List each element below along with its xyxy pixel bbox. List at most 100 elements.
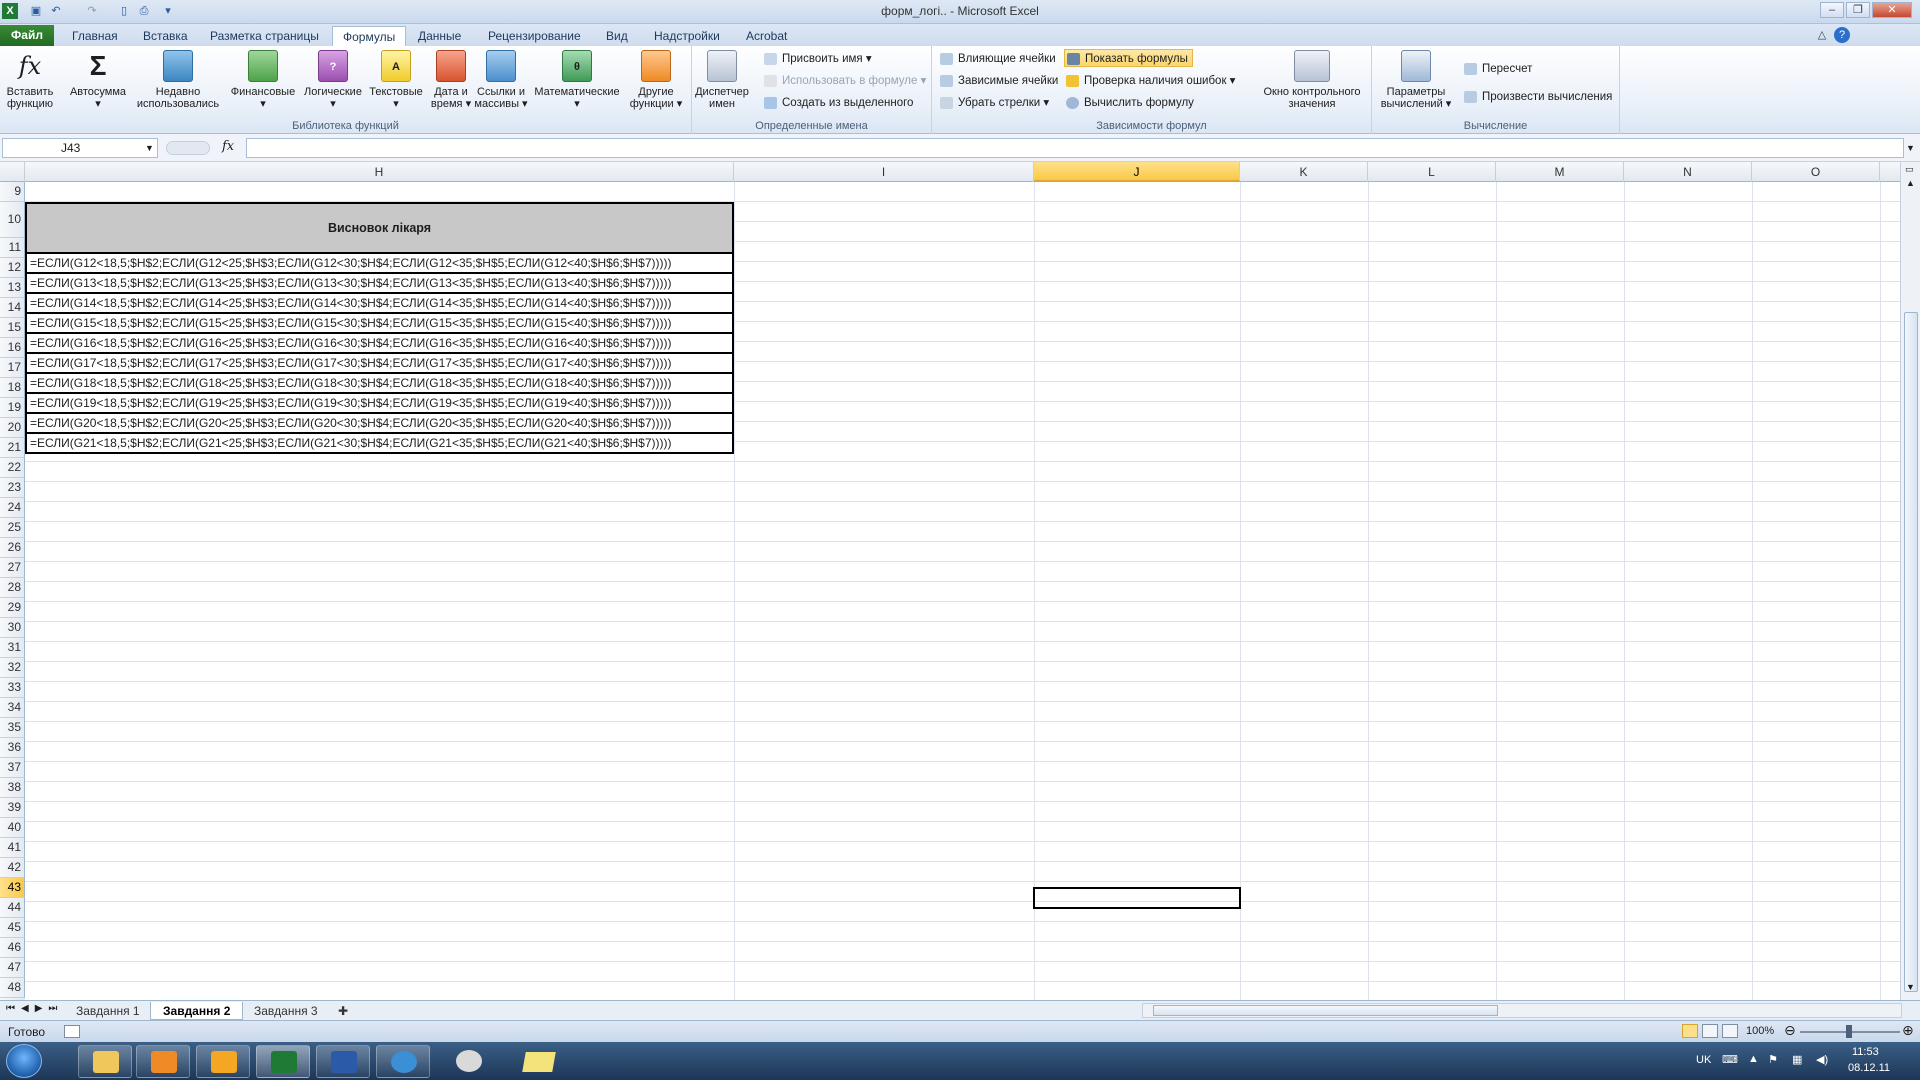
close-button[interactable]: ✕ [1872,2,1912,18]
tab-page-layout[interactable]: Разметка страницы [200,26,329,46]
action-center-flag-icon[interactable]: ⚑ [1768,1053,1778,1066]
row-header[interactable]: 35 [0,718,25,738]
insert-sheet-icon[interactable]: ✚ [332,1002,354,1020]
restore-button[interactable]: ❐ [1846,2,1870,18]
row-header[interactable]: 12 [0,258,25,278]
volume-icon[interactable]: ◀) [1816,1053,1828,1066]
row-header[interactable]: 26 [0,538,25,558]
column-header[interactable]: N [1624,162,1752,182]
column-header[interactable]: M [1496,162,1624,182]
trace-dependents-button[interactable]: Зависимые ячейки [938,72,1058,90]
zoom-level[interactable]: 100% [1746,1025,1774,1037]
taskbar-outlook[interactable] [196,1045,250,1078]
row-header[interactable]: 17 [0,358,25,378]
taskbar-excel[interactable] [256,1045,310,1078]
row-header[interactable]: 48 [0,978,25,998]
row-header[interactable]: 18 [0,378,25,398]
row-header[interactable]: 27 [0,558,25,578]
taskbar-internet-explorer[interactable] [376,1045,430,1078]
row-header[interactable]: 9 [0,182,25,202]
tab-addins[interactable]: Надстройки [644,26,730,46]
taskbar-media-player[interactable] [136,1045,190,1078]
row-header[interactable]: 29 [0,598,25,618]
formula-cell[interactable]: =ЕСЛИ(G12<18,5;$H$2;ЕСЛИ(G12<25;$H$3;ЕСЛ… [25,254,734,274]
name-manager-button[interactable]: Диспетчер имен [694,50,750,110]
row-header[interactable]: 19 [0,398,25,418]
calculation-options-button[interactable]: Параметры вычислений ▾ [1378,50,1454,110]
insert-function-icon[interactable]: fx [222,139,234,154]
formula-bar-handle[interactable] [166,141,210,155]
other-functions-button[interactable]: Другие функции ▾ [624,50,688,110]
sheet-tab[interactable]: Завдання 3 [242,1002,330,1020]
row-header[interactable]: 36 [0,738,25,758]
define-name-button[interactable]: Присвоить имя ▾ [762,50,872,68]
row-header[interactable]: 47 [0,958,25,978]
formula-cell[interactable]: =ЕСЛИ(G14<18,5;$H$2;ЕСЛИ(G14<25;$H$3;ЕСЛ… [25,294,734,314]
row-header[interactable]: 41 [0,838,25,858]
row-header[interactable]: 23 [0,478,25,498]
use-in-formula-button[interactable]: Использовать в формуле ▾ [762,72,926,90]
column-header[interactable]: O [1752,162,1880,182]
formula-cell[interactable]: =ЕСЛИ(G15<18,5;$H$2;ЕСЛИ(G15<25;$H$3;ЕСЛ… [25,314,734,334]
select-all-corner[interactable] [0,162,25,182]
zoom-slider-thumb[interactable] [1846,1025,1852,1038]
row-header[interactable]: 46 [0,938,25,958]
row-header[interactable]: 24 [0,498,25,518]
financial-button[interactable]: Финансовые ▾ [228,50,298,110]
show-hidden-icons-icon[interactable]: ▲ [1748,1053,1759,1065]
tab-acrobat[interactable]: Acrobat [736,26,797,46]
row-header[interactable]: 40 [0,818,25,838]
watch-window-button[interactable]: Окно контрольного значения [1256,50,1368,110]
row-header[interactable]: 45 [0,918,25,938]
row-header[interactable]: 10 [0,202,25,238]
sheet-tab[interactable]: Завдання 1 [64,1002,152,1020]
scroll-up-icon[interactable]: ▲ [1906,178,1915,188]
remove-arrows-button[interactable]: Убрать стрелки ▾ [938,94,1049,112]
evaluate-formula-button[interactable]: Вычислить формулу [1064,94,1194,112]
vertical-scrollbar[interactable]: ▭ ▲ ▼ [1900,162,1920,1000]
row-header[interactable]: 31 [0,638,25,658]
language-indicator[interactable]: UK [1696,1054,1711,1066]
expand-formula-bar-icon[interactable]: ▼ [1906,143,1915,153]
column-header[interactable]: K [1240,162,1368,182]
column-header[interactable]: J [1034,162,1240,182]
math-button[interactable]: θ Математические ▾ [532,50,622,110]
row-header[interactable]: 38 [0,778,25,798]
row-header[interactable]: 25 [0,518,25,538]
row-header[interactable]: 32 [0,658,25,678]
taskbar-word[interactable] [316,1045,370,1078]
row-header[interactable]: 22 [0,458,25,478]
tab-view[interactable]: Вид [596,26,638,46]
formula-input[interactable] [246,138,1904,158]
ribbon-collapse-icon[interactable]: △ [1814,27,1830,43]
start-button[interactable] [6,1044,42,1078]
formula-cell[interactable]: =ЕСЛИ(G21<18,5;$H$2;ЕСЛИ(G21<25;$H$3;ЕСЛ… [25,434,734,454]
row-header[interactable]: 39 [0,798,25,818]
lookup-button[interactable]: Ссылки и массивы ▾ [474,50,528,110]
row-header[interactable]: 16 [0,338,25,358]
recently-used-button[interactable]: Недавно использовались [130,50,226,110]
row-header[interactable]: 11 [0,238,25,258]
normal-view-icon[interactable] [1682,1024,1698,1038]
tab-home[interactable]: Главная [62,26,128,46]
tab-review[interactable]: Рецензирование [478,26,591,46]
row-header[interactable]: 43 [0,878,25,898]
calculate-sheet-button[interactable]: Произвести вычисления [1462,88,1612,106]
formula-cell[interactable]: =ЕСЛИ(G20<18,5;$H$2;ЕСЛИ(G20<25;$H$3;ЕСЛ… [25,414,734,434]
autosum-button[interactable]: Σ Автосумма ▾ [66,50,130,110]
row-header[interactable]: 21 [0,438,25,458]
active-cell[interactable] [1033,887,1241,909]
trace-precedents-button[interactable]: Влияющие ячейки [938,50,1056,68]
scroll-down-icon[interactable]: ▼ [1906,982,1915,992]
clock-time[interactable]: 11:53 [1852,1046,1879,1058]
column-header[interactable]: L [1368,162,1496,182]
header-cell[interactable]: Висновок лікаря [25,202,734,254]
create-from-selection-button[interactable]: Создать из выделенного [762,94,913,112]
column-header[interactable]: H [25,162,734,182]
show-formulas-button[interactable]: Показать формулы [1064,49,1193,67]
formula-cell[interactable]: =ЕСЛИ(G17<18,5;$H$2;ЕСЛИ(G17<25;$H$3;ЕСЛ… [25,354,734,374]
horizontal-scroll-thumb[interactable] [1153,1005,1498,1016]
row-header[interactable]: 30 [0,618,25,638]
error-checking-button[interactable]: Проверка наличия ошибок ▾ [1064,72,1235,90]
formula-cell[interactable]: =ЕСЛИ(G19<18,5;$H$2;ЕСЛИ(G19<25;$H$3;ЕСЛ… [25,394,734,414]
